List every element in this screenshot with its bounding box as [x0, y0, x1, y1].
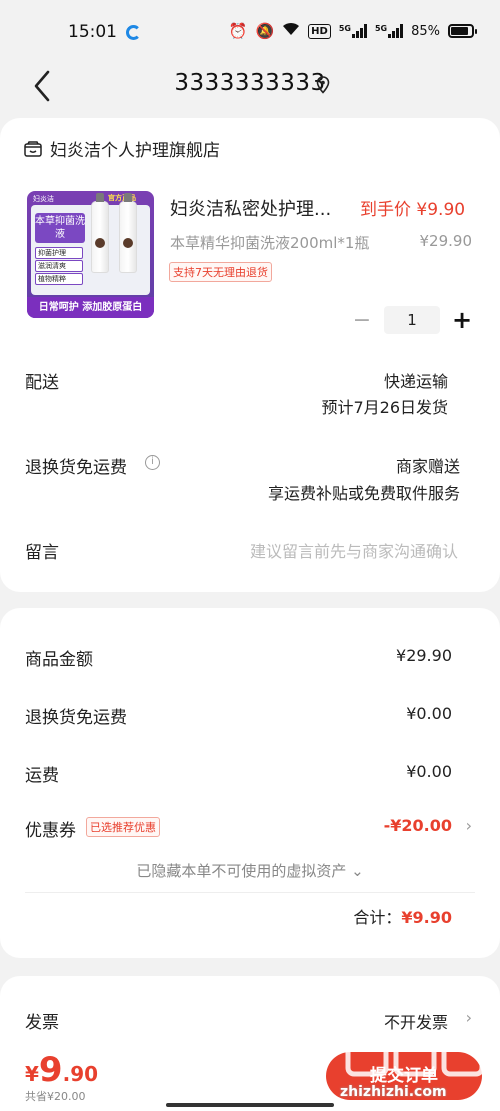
- goods-amount-label: 商品金额: [25, 650, 93, 670]
- chevron-right-icon[interactable]: ›: [466, 816, 472, 835]
- signal-icon-2: 5G: [375, 24, 404, 38]
- total-value: ¥9.90: [401, 908, 452, 927]
- shipping-fee-value: ¥0.00: [406, 762, 452, 781]
- final-price: 到手价 ¥9.90: [360, 200, 466, 220]
- hidden-assets-toggle[interactable]: 已隐藏本单不可使用的虚拟资产 ⌄: [0, 860, 500, 881]
- message-input[interactable]: 建议留言前先与商家沟通确认: [250, 538, 458, 562]
- store-header[interactable]: 妇炎洁个人护理旗舰店: [24, 136, 220, 161]
- coupon-label: 优惠券: [25, 821, 76, 841]
- return-shipping-detail: 享运费补贴或免费取件服务: [267, 484, 460, 503]
- home-indicator[interactable]: [166, 1103, 334, 1107]
- product-image-tag: 滋润清爽: [35, 260, 83, 272]
- nav-bar: 3333333333: [0, 62, 500, 112]
- coupon-tag: 已选推荐优惠: [86, 817, 160, 837]
- return-shipping-value: 商家赠送: [395, 457, 460, 476]
- bottle-graphic: [119, 193, 137, 273]
- return-fee-value: ¥0.00: [406, 704, 452, 723]
- delivery-method[interactable]: 快递运输: [384, 368, 448, 392]
- pay-decimal: .90: [62, 1062, 99, 1086]
- divider: [25, 892, 475, 893]
- price-summary-card: 商品金额 ¥29.90 退换货免运费 ¥0.00 运费 ¥0.00 优惠券 已选…: [0, 608, 500, 958]
- signal-icon-1: 5G: [339, 24, 367, 38]
- return-policy-badge: 支持7天无理由退货: [169, 262, 272, 282]
- quantity-stepper: − 1 +: [350, 306, 474, 334]
- invoice-label: 发票: [25, 1013, 59, 1033]
- location-pin-icon[interactable]: [316, 76, 330, 94]
- product-image-brand: 妇炎洁: [33, 195, 54, 203]
- saved-amount: 共省¥20.00: [25, 1090, 86, 1103]
- battery-percent: 85%: [411, 23, 440, 39]
- alarm-icon: ⏰: [228, 22, 248, 40]
- store-name: 妇炎洁个人护理旗舰店: [50, 141, 220, 161]
- watermark-text: zhizhizhi.com: [340, 1084, 447, 1100]
- bottle-graphic: [91, 193, 109, 273]
- chevron-right-icon[interactable]: ›: [466, 1008, 472, 1027]
- product-image-main-tag: 本草抑菌洗液: [35, 213, 85, 243]
- pay-currency: ¥: [25, 1062, 39, 1086]
- return-fee-label: 退换货免运费: [25, 708, 127, 728]
- product-image[interactable]: 妇炎洁 官方正品 本草抑菌洗液 抑菌护理 滋润清爽 植物精粹 日常呵护 添加胶原…: [27, 191, 154, 318]
- battery-icon: [448, 24, 477, 38]
- coupon-value[interactable]: -¥20.00: [384, 816, 452, 835]
- wifi-icon: [282, 22, 300, 40]
- delivery-eta: 预计7月26日发货: [321, 398, 448, 417]
- product-name[interactable]: 妇炎洁私密处护理...: [170, 195, 331, 221]
- total-label: 合计：: [353, 908, 402, 927]
- return-shipping-label: 退换货免运费: [25, 458, 127, 478]
- status-time: 15:01: [68, 22, 117, 42]
- order-item-card: 妇炎洁个人护理旗舰店 妇炎洁 官方正品 本草抑菌洗液 抑菌护理 滋润清爽 植物精…: [0, 118, 500, 592]
- product-image-footer: 日常呵护 添加胶原蛋白: [27, 297, 154, 318]
- pay-amount: ¥9.90: [25, 1050, 98, 1090]
- product-image-tag: 抑菌护理: [35, 247, 83, 259]
- goods-amount-value: ¥29.90: [396, 646, 452, 665]
- quantity-input[interactable]: 1: [384, 306, 440, 334]
- message-label: 留言: [25, 543, 59, 563]
- store-icon: [24, 140, 42, 157]
- pay-integer: 9: [38, 1050, 63, 1090]
- delivery-label: 配送: [25, 373, 59, 393]
- page-title[interactable]: 3333333333: [0, 70, 500, 96]
- status-icons: ⏰ 🔕 HD 5G 5G 85%: [228, 22, 477, 40]
- loading-indicator-icon: [126, 25, 141, 40]
- hd-icon: HD: [308, 23, 331, 39]
- product-spec[interactable]: 本草精华抑菌洗液200ml*1瓶: [170, 232, 369, 253]
- shipping-fee-label: 运费: [25, 766, 59, 786]
- info-icon[interactable]: i: [145, 455, 160, 470]
- product-image-tag: 植物精粹: [35, 273, 83, 285]
- increase-button[interactable]: +: [450, 306, 474, 334]
- original-price: ¥29.90: [419, 232, 473, 250]
- total-line: 合计：¥9.90: [353, 904, 452, 928]
- status-bar: 15:01 ⏰ 🔕 HD 5G 5G 85%: [0, 0, 500, 62]
- decrease-button[interactable]: −: [350, 308, 374, 333]
- mute-bell-icon: 🔕: [255, 22, 275, 40]
